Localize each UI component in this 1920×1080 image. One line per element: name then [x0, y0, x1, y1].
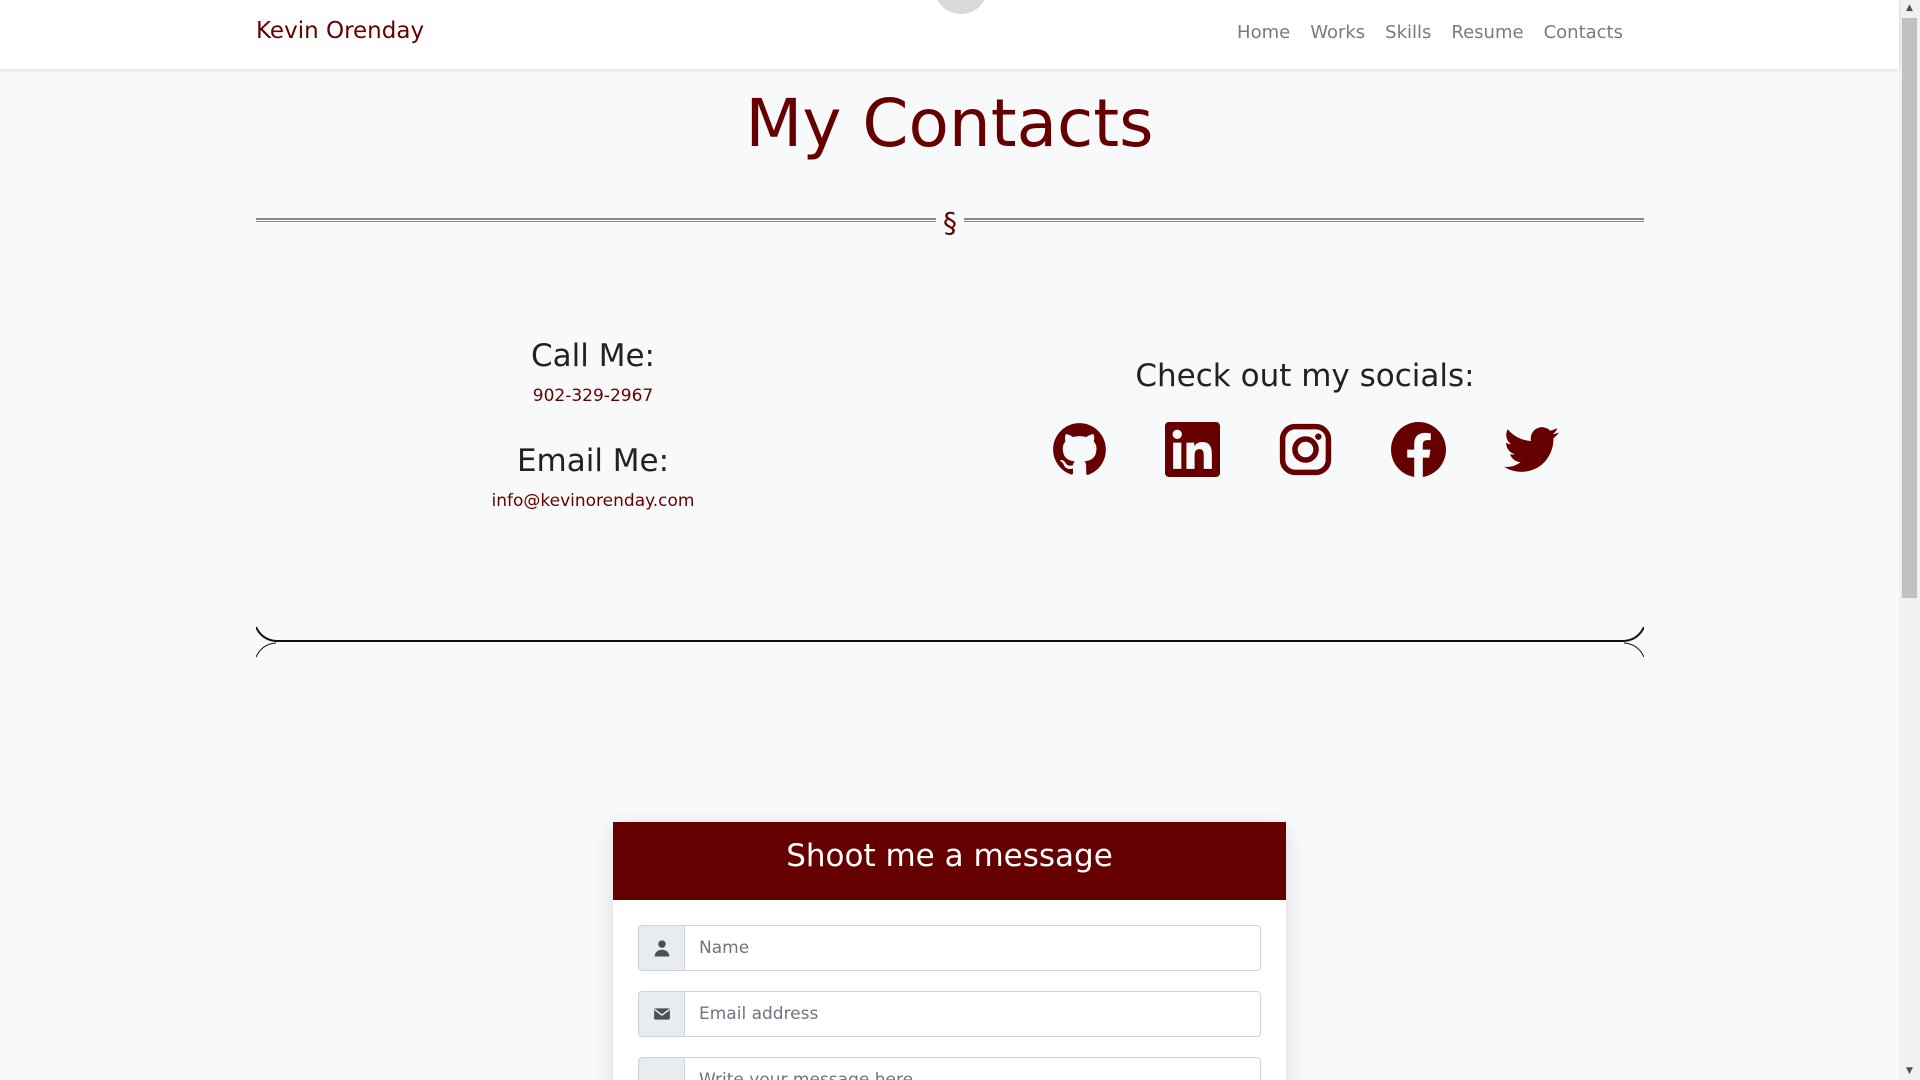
phone-number[interactable]: 902-329-2967 [393, 386, 793, 406]
envelope-icon [638, 991, 684, 1037]
message-row [638, 1057, 1261, 1080]
message-card: Shoot me a message [613, 822, 1286, 1080]
twitter-icon[interactable] [1504, 422, 1559, 477]
scroll-down-arrow-icon[interactable]: ▼ [1899, 1063, 1920, 1080]
brand-link[interactable]: Kevin Orenday [256, 18, 424, 44]
nav-link-resume[interactable]: Resume [1441, 22, 1533, 43]
email-heading: Email Me: [516, 443, 670, 479]
instagram-icon[interactable] [1278, 422, 1333, 477]
scrollbar[interactable]: ▲ ▼ [1899, 0, 1920, 1080]
email-input[interactable] [684, 991, 1261, 1037]
call-block: Call Me: 902-329-2967 [393, 338, 793, 406]
section-divider [256, 626, 1644, 658]
nav-link-works[interactable]: Works [1300, 22, 1375, 43]
email-block: Email Me: info@kevinorenday.com [393, 443, 793, 511]
nav-link-skills[interactable]: Skills [1375, 22, 1441, 43]
message-input[interactable] [684, 1057, 1261, 1080]
email-address[interactable]: info@kevinorenday.com [393, 491, 793, 511]
scroll-thumb[interactable] [1902, 18, 1917, 598]
social-icons [1052, 422, 1559, 477]
name-input[interactable] [684, 925, 1261, 971]
nav-links: Home Works Skills Resume Contacts [1227, 22, 1633, 43]
email-row [638, 991, 1261, 1037]
facebook-icon[interactable] [1391, 422, 1446, 477]
socials-heading: Check out my socials: [1135, 358, 1475, 394]
message-card-title: Shoot me a message [613, 822, 1286, 900]
user-icon [638, 925, 684, 971]
name-row [638, 925, 1261, 971]
scroll-up-arrow-icon[interactable]: ▲ [1899, 0, 1920, 17]
title-divider-left [256, 218, 936, 222]
section-mark: § [943, 206, 957, 239]
nav-link-home[interactable]: Home [1227, 22, 1300, 43]
page: Kevin Orenday Home Works Skills Resume C… [0, 0, 1920, 1080]
pencil-icon [638, 1057, 684, 1080]
nav-link-contacts[interactable]: Contacts [1534, 22, 1633, 43]
linkedin-icon[interactable] [1165, 422, 1220, 477]
title-divider-right [964, 218, 1644, 222]
call-heading: Call Me: [531, 338, 655, 374]
page-title: My Contacts [745, 85, 1154, 162]
github-icon[interactable] [1052, 422, 1107, 477]
